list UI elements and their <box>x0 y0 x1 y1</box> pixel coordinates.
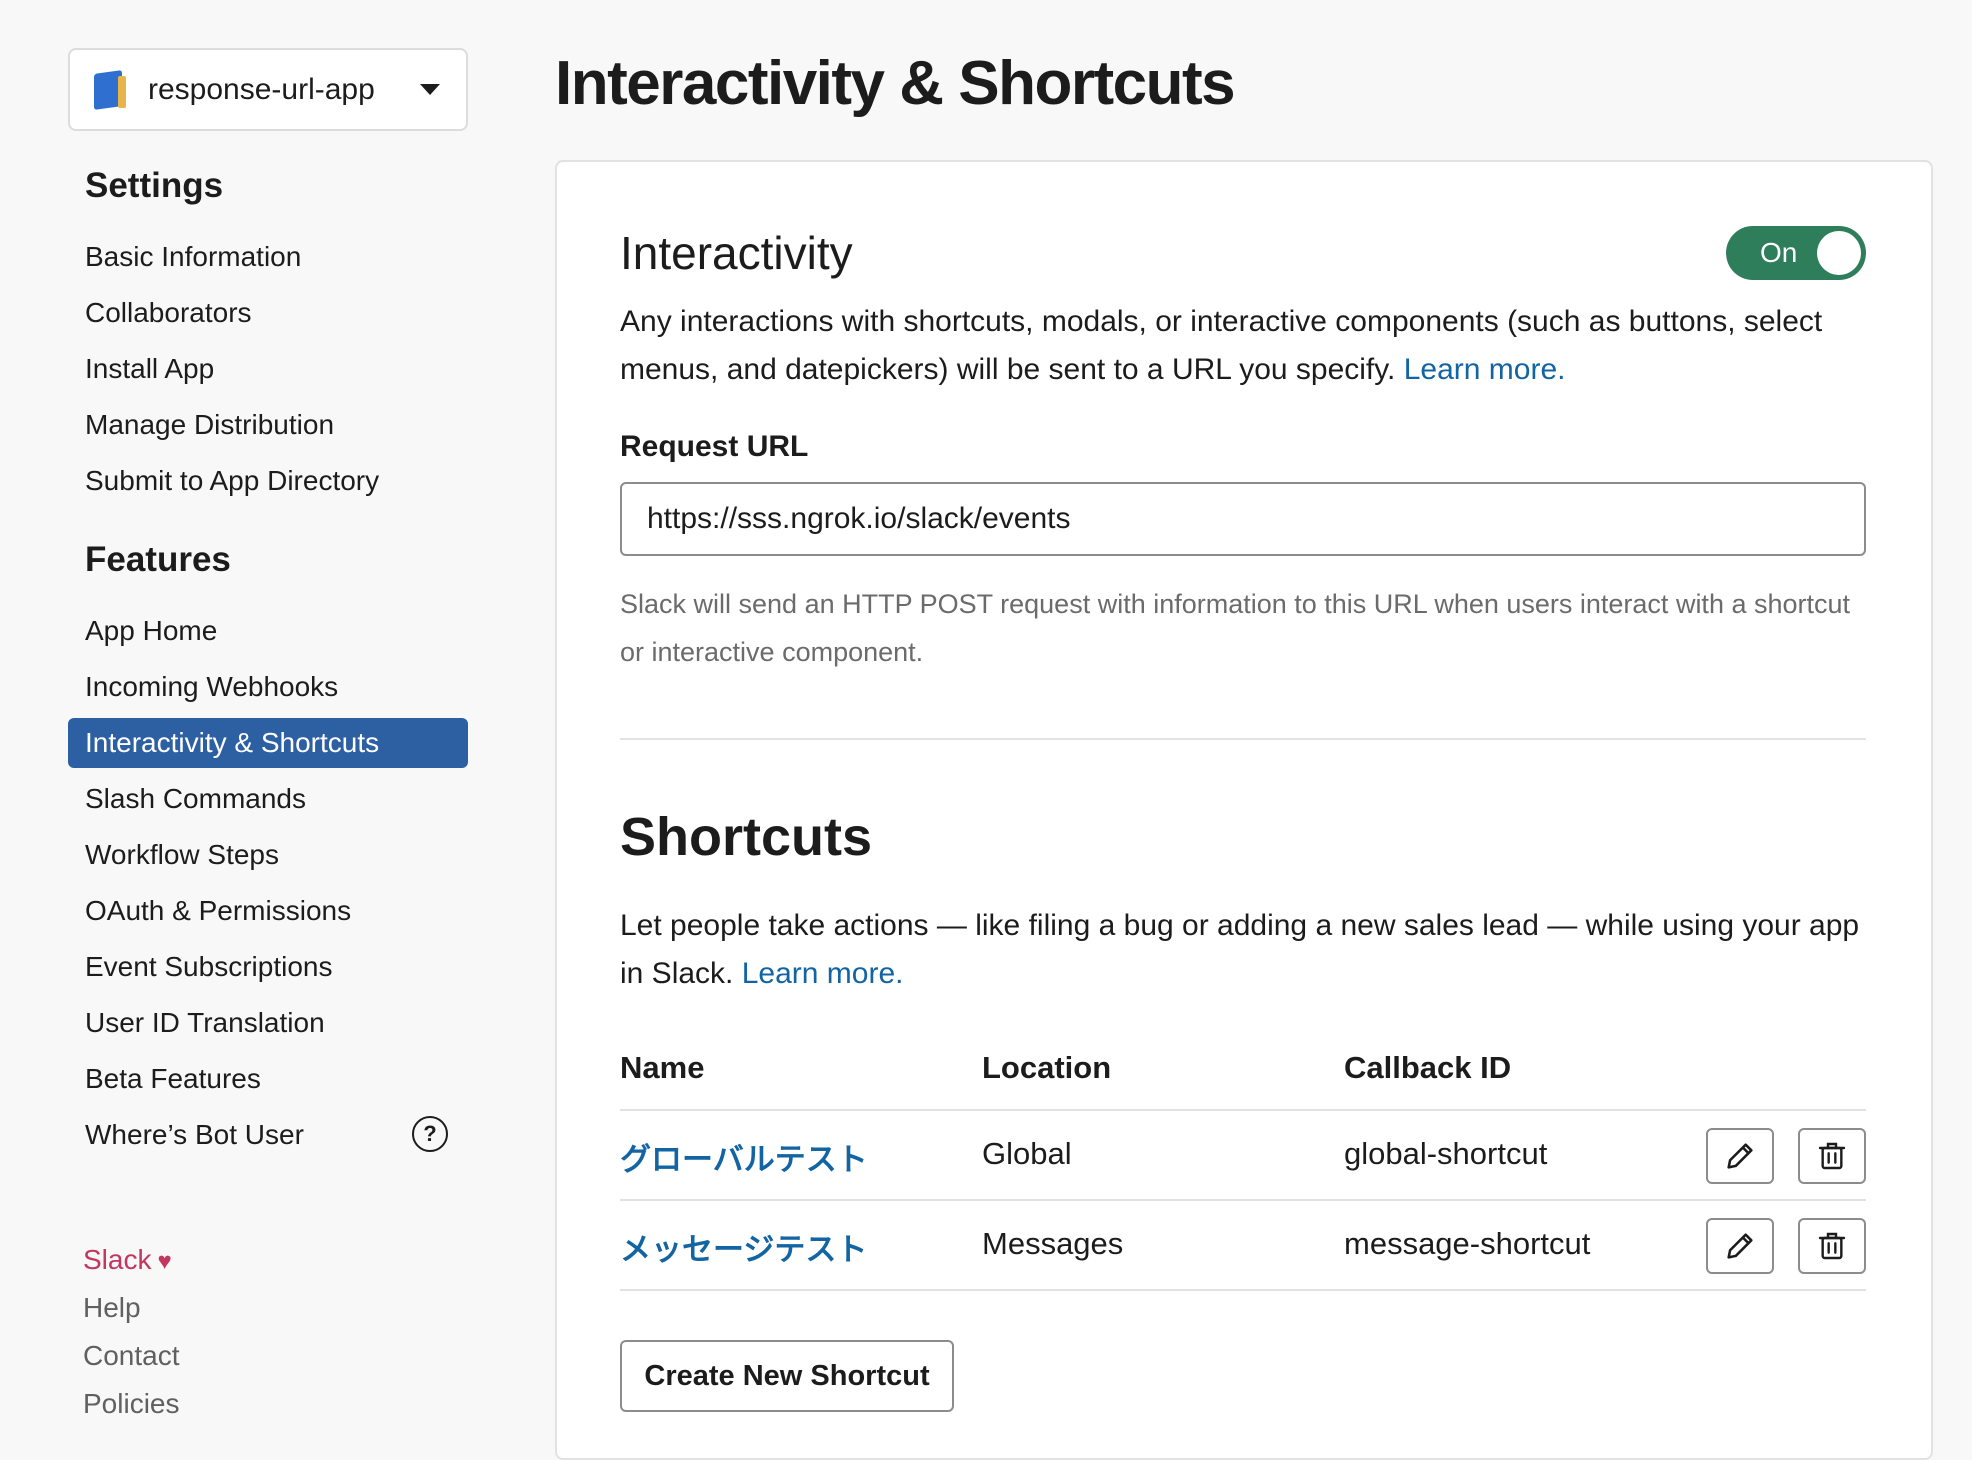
sidebar-item-submit-to-app-directory[interactable]: Submit to App Directory <box>68 456 468 506</box>
heart-icon: ♥ <box>157 1248 172 1275</box>
pencil-icon <box>1727 1233 1753 1259</box>
sidebar-item-interactivity-shortcuts[interactable]: Interactivity & Shortcuts <box>68 718 468 768</box>
toggle-label: On <box>1760 237 1798 268</box>
row-divider <box>620 1199 1866 1201</box>
sidebar-item-basic-information[interactable]: Basic Information <box>68 232 468 282</box>
shortcuts-learn-more-link[interactable]: Learn more. <box>742 957 904 990</box>
help-circle-icon[interactable]: ? <box>412 1116 448 1152</box>
footer-policies-link[interactable]: Policies <box>83 1388 179 1420</box>
shortcut-name-link[interactable]: メッセージテスト <box>620 1224 867 1269</box>
toggle-knob <box>1817 231 1861 275</box>
create-new-shortcut-button[interactable]: Create New Shortcut <box>620 1340 954 1412</box>
page-title: Interactivity & Shortcuts <box>555 49 1236 118</box>
shortcut-callback-id: message-shortcut <box>1344 1226 1591 1261</box>
sidebar-item-event-subscriptions[interactable]: Event Subscriptions <box>68 942 468 992</box>
sidebar-item-workflow-steps[interactable]: Workflow Steps <box>68 830 468 880</box>
column-header-name: Name <box>620 1050 705 1085</box>
sidebar-item-slash-commands[interactable]: Slash Commands <box>68 774 468 824</box>
trash-icon <box>1818 1142 1846 1170</box>
edit-shortcut-button[interactable] <box>1706 1128 1774 1184</box>
interactivity-description: Any interactions with shortcuts, modals,… <box>620 298 1880 394</box>
shortcut-location: Messages <box>982 1226 1124 1261</box>
request-url-hint: Slack will send an HTTP POST request wit… <box>620 589 1851 667</box>
app-book-icon <box>90 69 130 110</box>
shortcuts-heading: Shortcuts <box>620 807 873 867</box>
features-heading: Features <box>85 540 231 579</box>
sidebar-item-app-home[interactable]: App Home <box>68 606 468 656</box>
trash-icon <box>1818 1232 1846 1260</box>
footer-slack-link[interactable]: Slack ♥ <box>83 1244 172 1276</box>
app-switcher[interactable]: response-url-app <box>68 48 468 131</box>
edit-shortcut-button[interactable] <box>1706 1218 1774 1274</box>
chevron-down-icon <box>420 84 440 95</box>
shortcut-name-link[interactable]: グローバルテスト <box>620 1134 868 1179</box>
footer-slack-label: Slack <box>83 1244 152 1275</box>
row-divider <box>620 1289 1866 1291</box>
sidebar: response-url-app Settings Basic Informat… <box>0 0 520 1420</box>
sidebar-item-oauth-permissions[interactable]: OAuth & Permissions <box>68 886 468 936</box>
interactivity-description-text: Any interactions with shortcuts, modals,… <box>620 305 1823 386</box>
settings-heading: Settings <box>85 166 224 205</box>
section-divider <box>620 738 1866 740</box>
shortcut-location: Global <box>982 1136 1072 1171</box>
delete-shortcut-button[interactable] <box>1798 1128 1866 1184</box>
column-header-location: Location <box>982 1050 1112 1085</box>
pencil-icon <box>1727 1143 1753 1169</box>
interactivity-heading: Interactivity <box>620 227 853 279</box>
sidebar-item-beta-features[interactable]: Beta Features <box>68 1054 468 1104</box>
shortcut-callback-id: global-shortcut <box>1344 1136 1548 1171</box>
sidebar-item-user-id-translation[interactable]: User ID Translation <box>68 998 468 1048</box>
sidebar-item-collaborators[interactable]: Collaborators <box>68 288 468 338</box>
sidebar-item-wheres-bot-user[interactable]: Where’s Bot User <box>68 1110 468 1160</box>
sidebar-item-manage-distribution[interactable]: Manage Distribution <box>68 400 468 450</box>
app-name: response-url-app <box>148 72 375 106</box>
shortcuts-description: Let people take actions — like filing a … <box>620 902 1880 998</box>
footer-help-link[interactable]: Help <box>83 1292 141 1324</box>
interactivity-toggle[interactable]: On <box>1726 226 1866 280</box>
delete-shortcut-button[interactable] <box>1798 1218 1866 1274</box>
request-url-input[interactable]: https://sss.ngrok.io/slack/events <box>620 482 1866 556</box>
footer-contact-link[interactable]: Contact <box>83 1340 180 1372</box>
request-url-label: Request URL <box>620 430 809 463</box>
sidebar-item-incoming-webhooks[interactable]: Incoming Webhooks <box>68 662 468 712</box>
sidebar-item-install-app[interactable]: Install App <box>68 344 468 394</box>
table-header-divider <box>620 1109 1866 1111</box>
interactivity-learn-more-link[interactable]: Learn more. <box>1404 353 1566 386</box>
column-header-callback-id: Callback ID <box>1344 1050 1512 1085</box>
